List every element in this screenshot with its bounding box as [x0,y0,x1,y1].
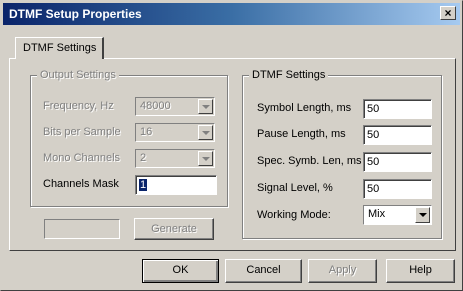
symbol-length-label: Symbol Length, ms [257,102,352,114]
cancel-label: Cancel [246,264,281,276]
dtmf-setup-dialog: DTMF Setup Properties × DTMF Settings Ou… [0,0,463,291]
mono-channels-value: 2 [140,152,147,164]
channels-mask-value: 1 [139,179,148,191]
ok-label: OK [172,264,189,276]
frequency-value: 48000 [140,100,171,112]
help-button[interactable]: Help [386,259,455,283]
title-bar[interactable]: DTMF Setup Properties × [3,3,460,25]
signal-level-input[interactable]: 50 [363,179,432,199]
generate-button[interactable]: Generate [134,218,214,240]
frequency-select[interactable]: 48000 [135,97,215,116]
pause-length-label: Pause Length, ms [257,128,346,140]
spec-symb-len-input[interactable]: 50 [363,152,432,172]
dtmf-settings-group: DTMF Settings Symbol Length, ms 50 Pause… [242,69,442,239]
chevron-down-icon[interactable] [198,99,213,114]
close-button[interactable]: × [440,6,456,20]
tab-label: DTMF Settings [23,42,97,54]
signal-level-value: 50 [367,183,380,195]
pause-length-value: 50 [367,129,380,141]
ok-button[interactable]: OK [142,259,219,283]
cancel-button[interactable]: Cancel [225,259,302,283]
apply-button[interactable]: Apply [308,259,377,283]
chevron-down-icon[interactable] [198,125,213,140]
symbol-length-value: 50 [367,103,380,115]
bits-per-sample-select[interactable]: 16 [135,123,215,142]
pause-length-input[interactable]: 50 [363,125,432,145]
symbol-length-input[interactable]: 50 [363,99,432,119]
output-settings-title: Output Settings [37,69,119,81]
chevron-down-icon[interactable] [415,207,430,223]
working-mode-select[interactable]: Mix [363,205,432,225]
bits-per-sample-label: Bits per Sample [43,126,121,138]
window-title: DTMF Setup Properties [9,7,142,21]
bits-per-sample-value: 16 [140,126,153,138]
status-field [44,219,120,239]
channels-mask-label: Channels Mask [43,178,119,190]
tab-panel: Output Settings Frequency, Hz 48000 Bits… [9,58,456,251]
working-mode-value: Mix [368,208,386,220]
generate-label: Generate [151,223,197,235]
chevron-down-icon[interactable] [198,151,213,166]
mono-channels-select[interactable]: 2 [135,149,215,168]
output-settings-group: Output Settings Frequency, Hz 48000 Bits… [30,69,228,207]
frequency-label: Frequency, Hz [43,100,114,112]
working-mode-label: Working Mode: [257,209,331,221]
help-label: Help [409,264,432,276]
channels-mask-input[interactable]: 1 [135,175,217,195]
signal-level-label: Signal Level, % [257,182,333,194]
tab-dtmf-settings[interactable]: DTMF Settings [15,37,104,59]
close-icon: × [444,6,452,20]
apply-label: Apply [328,264,357,276]
spec-symb-len-value: 50 [367,156,380,168]
mono-channels-label: Mono Channels [43,152,121,164]
spec-symb-len-label: Spec. Symb. Len, ms [257,155,362,167]
dtmf-settings-title: DTMF Settings [249,69,329,81]
